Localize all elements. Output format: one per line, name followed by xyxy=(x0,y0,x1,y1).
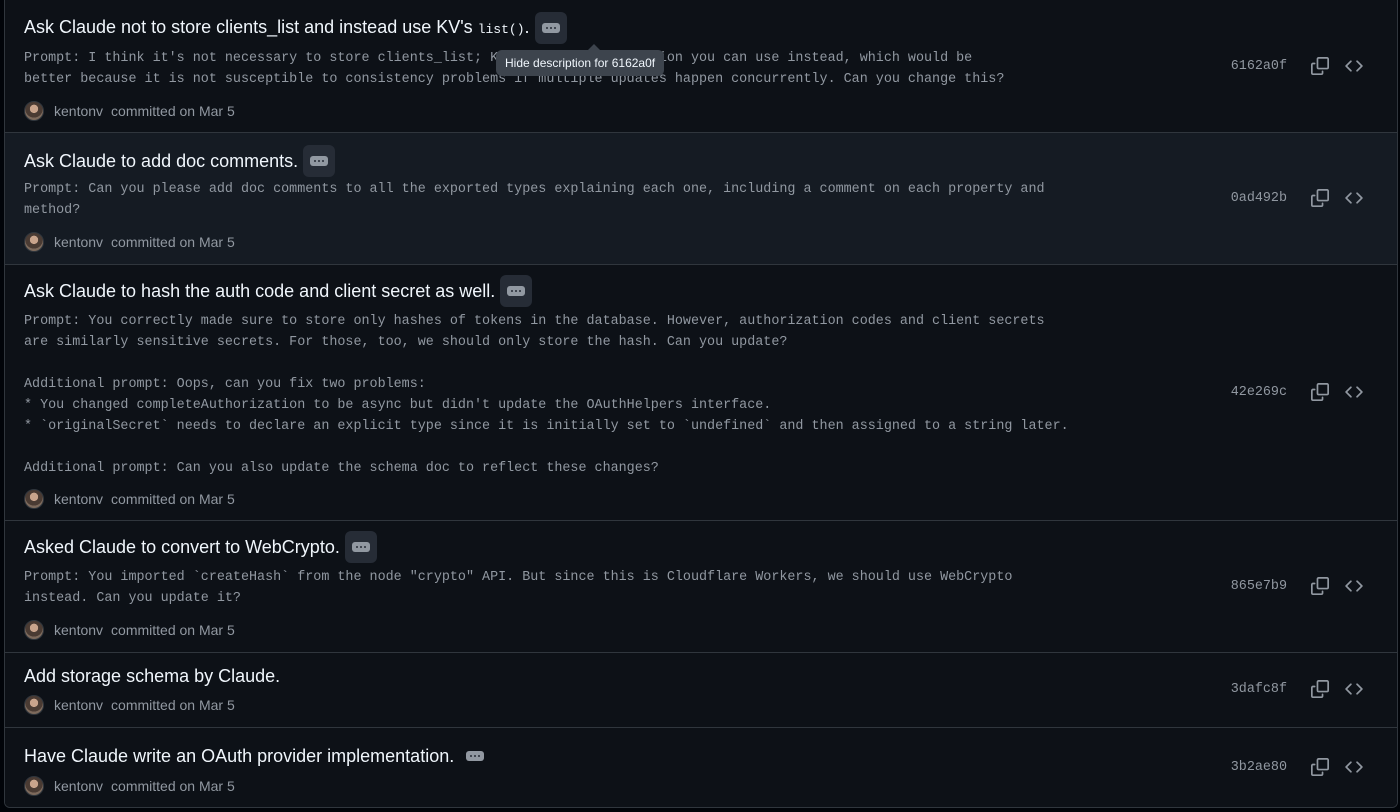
commit-meta: kentonv committed on Mar 5 xyxy=(24,776,235,796)
commit-description: Prompt: You imported `createHash` from t… xyxy=(24,570,1013,606)
copy-icon[interactable] xyxy=(1309,55,1331,77)
avatar[interactable] xyxy=(24,101,44,121)
avatar[interactable] xyxy=(24,232,44,252)
code-icon[interactable] xyxy=(1343,187,1365,209)
toggle-description-button[interactable] xyxy=(534,12,567,44)
commit-actions: 865e7b9 xyxy=(1231,575,1371,597)
ellipsis-icon xyxy=(351,542,370,552)
ellipsis-icon xyxy=(466,751,485,761)
commit-meta: kentonv committed on Mar 5 xyxy=(24,232,235,252)
commit-meta: kentonv committed on Mar 5 xyxy=(24,620,235,640)
commit-title-row: Have Claude write an OAuth provider impl… xyxy=(24,744,486,768)
commit-sha-link[interactable]: 0ad492b xyxy=(1231,191,1287,206)
copy-icon[interactable] xyxy=(1309,575,1331,597)
commit-meta: kentonv committed on Mar 5 xyxy=(24,101,235,121)
commit-sha-link[interactable]: 3b2ae80 xyxy=(1231,760,1287,775)
commit-actions: 3b2ae80 xyxy=(1231,756,1371,778)
copy-icon[interactable] xyxy=(1309,678,1331,700)
commit-list: Ask Claude not to store clients_list and… xyxy=(4,0,1398,808)
commit-title-row: Ask Claude to hash the auth code and cli… xyxy=(24,275,533,307)
commit-description: Prompt: You correctly made sure to store… xyxy=(24,314,1069,476)
commit-title-row: Ask Claude not to store clients_list and… xyxy=(24,12,567,44)
copy-icon[interactable] xyxy=(1309,381,1331,403)
commit-sha-link[interactable]: 6162a0f xyxy=(1231,59,1287,74)
code-icon[interactable] xyxy=(1343,756,1365,778)
code-icon[interactable] xyxy=(1343,381,1365,403)
commit-meta: kentonv committed on Mar 5 xyxy=(24,489,235,509)
author-link[interactable]: kentonv xyxy=(54,491,103,507)
commit-date: committed on Mar 5 xyxy=(111,234,235,250)
author-link[interactable]: kentonv xyxy=(54,622,103,638)
avatar[interactable] xyxy=(24,776,44,796)
commit-actions: 6162a0f xyxy=(1231,55,1371,77)
commit-meta: kentonv committed on Mar 5 xyxy=(24,695,235,715)
toggle-description-button[interactable] xyxy=(464,747,486,765)
commit-title-row: Ask Claude to add doc comments. xyxy=(24,145,336,177)
commit-date: committed on Mar 5 xyxy=(111,103,235,119)
commit-actions: 42e269c xyxy=(1231,381,1371,403)
commit-title[interactable]: Add storage schema by Claude. xyxy=(24,664,280,688)
commit-row: Have Claude write an OAuth provider impl… xyxy=(5,728,1397,807)
commit-date: committed on Mar 5 xyxy=(111,491,235,507)
commit-actions: 0ad492b xyxy=(1231,187,1371,209)
commit-sha-link[interactable]: 42e269c xyxy=(1231,385,1287,400)
commit-title[interactable]: Asked Claude to convert to WebCrypto. xyxy=(24,535,340,559)
avatar[interactable] xyxy=(24,620,44,640)
commit-row: Asked Claude to convert to WebCrypto. Pr… xyxy=(5,521,1397,653)
toggle-description-button[interactable] xyxy=(303,145,336,177)
avatar[interactable] xyxy=(24,695,44,715)
code-icon[interactable] xyxy=(1343,575,1365,597)
ellipsis-icon xyxy=(507,286,526,296)
commit-title[interactable]: Ask Claude to hash the auth code and cli… xyxy=(24,279,495,303)
copy-icon[interactable] xyxy=(1309,756,1331,778)
commit-row: Add storage schema by Claude. kentonv co… xyxy=(5,653,1397,728)
commit-actions: 3dafc8f xyxy=(1231,678,1371,700)
commit-title[interactable]: Have Claude write an OAuth provider impl… xyxy=(24,744,454,768)
commit-sha-link[interactable]: 865e7b9 xyxy=(1231,579,1287,594)
copy-icon[interactable] xyxy=(1309,187,1331,209)
tooltip: Hide description for 6162a0f xyxy=(496,44,665,76)
commit-description: Prompt: Can you please add doc comments … xyxy=(24,182,1045,218)
avatar[interactable] xyxy=(24,489,44,509)
commit-row: Ask Claude not to store clients_list and… xyxy=(5,0,1397,133)
code-icon[interactable] xyxy=(1343,55,1365,77)
ellipsis-icon xyxy=(310,156,329,166)
author-link[interactable]: kentonv xyxy=(54,234,103,250)
ellipsis-icon xyxy=(541,23,560,33)
code-icon[interactable] xyxy=(1343,678,1365,700)
commit-date: committed on Mar 5 xyxy=(111,697,235,713)
author-link[interactable]: kentonv xyxy=(54,778,103,794)
author-link[interactable]: kentonv xyxy=(54,697,103,713)
commit-title[interactable]: Ask Claude to add doc comments. xyxy=(24,149,298,173)
toggle-description-button[interactable] xyxy=(344,531,377,563)
commit-title[interactable]: Ask Claude not to store clients_list and… xyxy=(24,15,530,42)
toggle-description-button[interactable] xyxy=(500,275,533,307)
commit-title-row: Add storage schema by Claude. xyxy=(24,664,280,688)
commit-row: Ask Claude to add doc comments. Prompt: … xyxy=(5,133,1397,265)
author-link[interactable]: kentonv xyxy=(54,103,103,119)
commit-date: committed on Mar 5 xyxy=(111,778,235,794)
commit-row: Ask Claude to hash the auth code and cli… xyxy=(5,265,1397,521)
commit-title-row: Asked Claude to convert to WebCrypto. xyxy=(24,531,377,563)
commit-date: committed on Mar 5 xyxy=(111,622,235,638)
commit-sha-link[interactable]: 3dafc8f xyxy=(1231,682,1287,697)
